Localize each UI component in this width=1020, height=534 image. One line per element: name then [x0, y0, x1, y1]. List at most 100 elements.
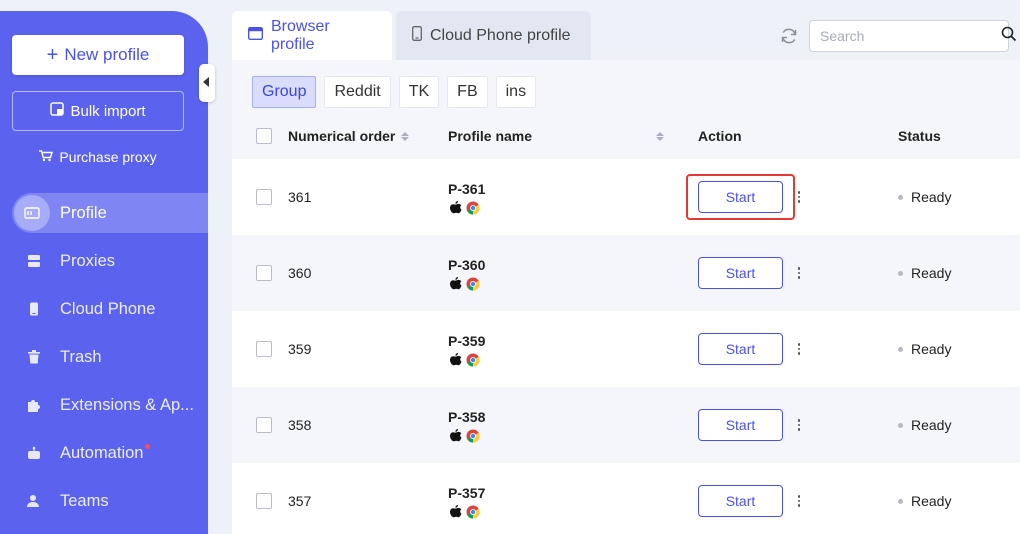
refresh-icon[interactable]	[780, 27, 798, 45]
sort-icon[interactable]	[656, 132, 664, 141]
start-button[interactable]: Start	[698, 409, 783, 441]
row-checkbox[interactable]	[256, 341, 272, 357]
status-dot	[898, 422, 903, 428]
status-dot	[898, 194, 903, 200]
column-label: Numerical order	[288, 128, 396, 144]
apple-icon	[449, 277, 462, 294]
group-filter-fb[interactable]: FB	[447, 76, 488, 108]
trash-icon	[24, 347, 44, 367]
more-options-icon[interactable]	[796, 263, 802, 283]
more-options-icon[interactable]	[796, 415, 802, 435]
row-checkbox[interactable]	[256, 417, 272, 433]
group-filter-reddit[interactable]: Reddit	[324, 76, 391, 108]
more-options-icon[interactable]	[796, 491, 802, 511]
status-text: Ready	[911, 189, 952, 205]
import-icon	[50, 102, 65, 120]
sidebar-item-label: Teams	[60, 491, 109, 510]
row-order: 358	[288, 417, 312, 433]
group-filter-all[interactable]: Group	[252, 76, 317, 108]
sidebar-item-extensions[interactable]: Extensions & Ap...	[12, 385, 208, 425]
column-status: Status	[898, 128, 941, 144]
status-cell: Ready	[898, 189, 951, 205]
chevron-left-icon	[203, 74, 211, 92]
chrome-icon	[466, 277, 480, 294]
chrome-icon	[466, 201, 480, 218]
sidebar-item-label: Cloud Phone	[60, 299, 156, 318]
profile-name[interactable]: P-361	[448, 181, 485, 197]
tab-cloud-phone-profile[interactable]: Cloud Phone profile	[396, 11, 591, 60]
more-options-icon[interactable]	[796, 187, 802, 207]
tab-label: Browser profile	[271, 17, 330, 53]
table-header: Numerical order Profile name Action Stat…	[232, 120, 1020, 158]
sidebar-item-cloud-phone[interactable]: Cloud Phone	[12, 289, 208, 329]
new-profile-button[interactable]: + New profile	[12, 35, 184, 75]
column-numerical-order[interactable]: Numerical order	[288, 128, 410, 144]
profile-name[interactable]: P-359	[448, 333, 485, 349]
row-checkbox[interactable]	[256, 189, 272, 205]
sidebar-item-trash[interactable]: Trash	[12, 337, 208, 377]
more-options-icon[interactable]	[796, 339, 802, 359]
row-checkbox[interactable]	[256, 265, 272, 281]
sidebar-item-teams[interactable]: Teams	[12, 481, 208, 521]
status-text: Ready	[911, 341, 952, 357]
table-row: 359 P-359 Start Ready	[232, 311, 1020, 387]
search-icon[interactable]	[1001, 26, 1017, 47]
sidebar-item-label: Extensions & Ap...	[60, 395, 194, 414]
row-order: 360	[288, 265, 312, 281]
phone-outline-icon	[412, 25, 422, 46]
profile-name[interactable]: P-358	[448, 409, 485, 425]
sidebar-item-label: Profile	[60, 203, 107, 222]
sidebar: + New profile Bulk import Purchase proxy…	[0, 11, 208, 534]
column-profile-name: Profile name	[448, 128, 532, 144]
start-button[interactable]: Start	[698, 181, 783, 213]
table-row: 358 P-358 Start Ready	[232, 387, 1020, 463]
sidebar-collapse-handle[interactable]	[199, 64, 215, 102]
table-row: 360 P-360 Start Ready	[232, 235, 1020, 311]
status-cell: Ready	[898, 265, 951, 281]
purchase-proxy-link[interactable]: Purchase proxy	[0, 149, 196, 165]
server-icon	[24, 251, 44, 271]
users-icon	[24, 491, 44, 511]
platform-icons	[449, 277, 480, 294]
column-action: Action	[698, 128, 742, 144]
row-checkbox[interactable]	[256, 493, 272, 509]
start-button[interactable]: Start	[698, 333, 783, 365]
search-input[interactable]	[820, 28, 1001, 44]
row-order: 359	[288, 341, 312, 357]
profile-card-icon	[14, 195, 50, 231]
purchase-proxy-label: Purchase proxy	[59, 149, 157, 165]
new-profile-label: New profile	[64, 45, 150, 64]
bulk-import-label: Bulk import	[70, 102, 146, 120]
status-text: Ready	[911, 265, 952, 281]
apple-icon	[449, 353, 462, 370]
platform-icons	[449, 429, 480, 446]
status-cell: Ready	[898, 417, 951, 433]
row-order: 357	[288, 493, 312, 509]
sidebar-item-proxies[interactable]: Proxies	[12, 241, 208, 281]
tab-browser-profile[interactable]: Browser profile	[232, 11, 392, 60]
profile-name[interactable]: P-360	[448, 257, 485, 273]
sidebar-item-label: Proxies	[60, 251, 116, 270]
sidebar-item-profile[interactable]: Profile	[12, 193, 208, 233]
sort-icon	[401, 131, 410, 141]
table-row: 357 P-357 Start Ready	[232, 463, 1020, 534]
apple-icon	[449, 201, 462, 218]
status-cell: Ready	[898, 493, 951, 509]
status-dot	[898, 498, 903, 504]
main-content: Browser profile Cloud Phone profile Grou…	[232, 0, 1020, 534]
platform-icons	[449, 201, 480, 218]
group-filter-ins[interactable]: ins	[495, 76, 537, 108]
profile-panel: Group Reddit TK FB ins Numerical order P…	[232, 60, 1020, 534]
status-dot	[898, 270, 903, 276]
sidebar-item-automation[interactable]: Automation	[12, 433, 208, 473]
profile-name[interactable]: P-357	[448, 485, 485, 501]
bulk-import-button[interactable]: Bulk import	[12, 91, 184, 131]
tab-label: Cloud Phone profile	[430, 26, 571, 44]
start-button[interactable]: Start	[698, 485, 783, 517]
select-all-checkbox[interactable]	[256, 128, 272, 144]
group-filter-tk[interactable]: TK	[398, 76, 440, 108]
row-order: 361	[288, 189, 312, 205]
chrome-icon	[466, 353, 480, 370]
chrome-icon	[466, 505, 480, 522]
start-button[interactable]: Start	[698, 257, 783, 289]
